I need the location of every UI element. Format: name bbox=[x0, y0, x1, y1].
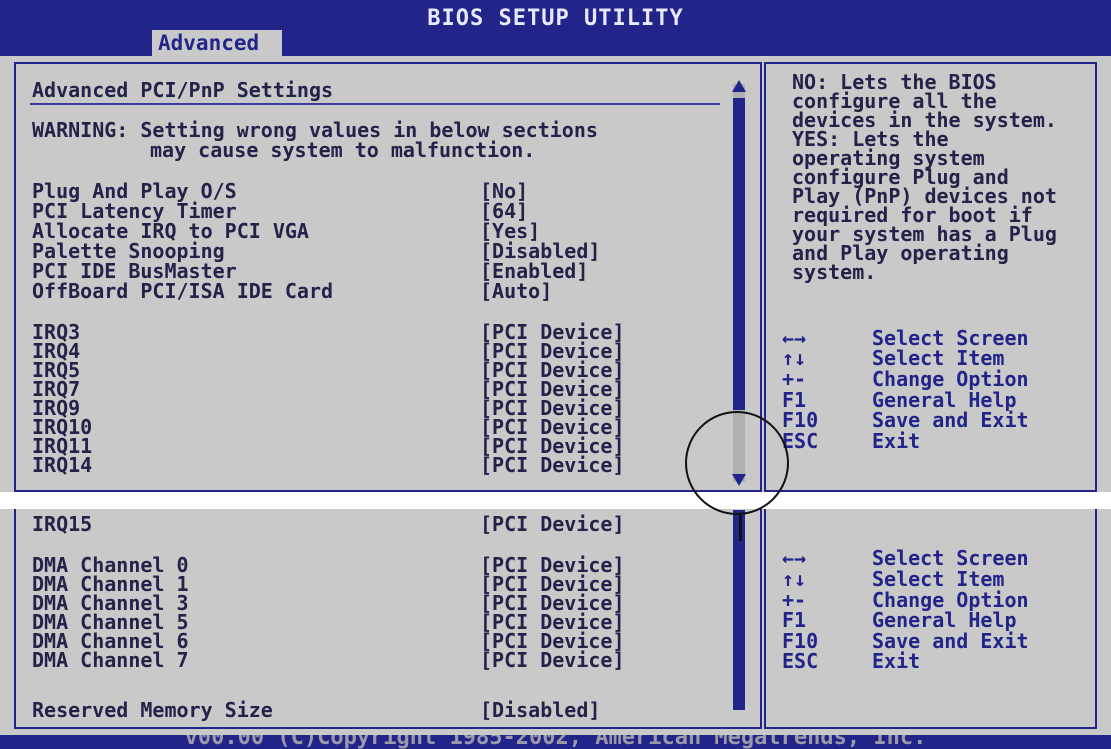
key-action: Save and Exit bbox=[872, 408, 1029, 432]
key-action: Select Item bbox=[872, 346, 1005, 370]
dma-label[interactable]: DMA Channel 7 bbox=[32, 650, 189, 670]
key-plus-minus: +- bbox=[782, 588, 807, 612]
key-arrows-ud-icon: ↑↓ bbox=[782, 346, 807, 370]
setting-label[interactable]: OffBoard PCI/ISA IDE Card bbox=[32, 281, 333, 301]
setting-value[interactable]: [Enabled] bbox=[480, 261, 588, 281]
app-title: BIOS SETUP UTILITY bbox=[427, 6, 684, 31]
key-action: Select Screen bbox=[872, 546, 1029, 570]
reserved-memory-label[interactable]: Reserved Memory Size bbox=[32, 700, 273, 720]
key-action: Change Option bbox=[872, 367, 1029, 391]
key-f10: F10 bbox=[782, 629, 819, 653]
key-arrows-lr-icon: ←→ bbox=[782, 326, 807, 350]
key-action: Select Item bbox=[872, 567, 1005, 591]
scroll-up-arrow-icon[interactable] bbox=[732, 80, 746, 92]
key-action: Change Option bbox=[872, 588, 1029, 612]
key-action: General Help bbox=[872, 388, 1017, 412]
key-plus-minus: +- bbox=[782, 367, 807, 391]
setting-label[interactable]: PCI IDE BusMaster bbox=[32, 261, 237, 281]
warning-line-2: may cause system to malfunction. bbox=[150, 138, 536, 162]
section-divider bbox=[30, 103, 720, 105]
setting-value[interactable]: [64] bbox=[480, 201, 528, 221]
tab-advanced[interactable]: Advanced bbox=[152, 30, 282, 57]
screen-divider bbox=[0, 492, 1111, 509]
key-arrows-ud-icon: ↑↓ bbox=[782, 567, 807, 591]
reserved-memory-value[interactable]: [Disabled] bbox=[480, 700, 600, 720]
warning-line-1: WARNING: Setting wrong values in below s… bbox=[32, 118, 598, 142]
setting-value[interactable]: [Auto] bbox=[480, 281, 552, 301]
irq-label[interactable]: IRQ15 bbox=[32, 514, 92, 534]
key-arrows-lr-icon: ←→ bbox=[782, 546, 807, 570]
setting-label[interactable]: PCI Latency Timer bbox=[32, 201, 237, 221]
key-esc: ESC bbox=[782, 429, 819, 453]
dma-value[interactable]: [PCI Device] bbox=[480, 650, 625, 670]
setting-label[interactable]: Plug And Play O/S bbox=[32, 181, 237, 201]
footer-copyright: v00.00 (C)Copyright 1985-2002, American … bbox=[184, 735, 927, 749]
setting-value[interactable]: [Yes] bbox=[480, 221, 540, 241]
key-action: Exit bbox=[872, 649, 921, 673]
irq-value[interactable]: [PCI Device] bbox=[480, 455, 625, 475]
scrollbar-thumb[interactable] bbox=[733, 98, 745, 410]
key-f1: F1 bbox=[782, 608, 807, 632]
setting-value[interactable]: [Disabled] bbox=[480, 241, 600, 261]
key-f10: F10 bbox=[782, 408, 819, 432]
zoom-callout-circle bbox=[685, 411, 789, 515]
section-title: Advanced PCI/PnP Settings bbox=[32, 78, 334, 102]
setting-value[interactable]: [No] bbox=[480, 181, 528, 201]
irq-label[interactable]: IRQ14 bbox=[32, 455, 92, 475]
key-action: Select Screen bbox=[872, 326, 1029, 350]
zoom-callout-line bbox=[739, 513, 742, 541]
footer-bar: v00.00 (C)Copyright 1985-2002, American … bbox=[0, 735, 1111, 749]
setting-label[interactable]: Allocate IRQ to PCI VGA bbox=[32, 221, 309, 241]
setting-label[interactable]: Palette Snooping bbox=[32, 241, 225, 261]
key-esc: ESC bbox=[782, 649, 819, 673]
key-action: Exit bbox=[872, 429, 921, 453]
help-line: system. bbox=[792, 260, 877, 284]
irq-value[interactable]: [PCI Device] bbox=[480, 514, 625, 534]
key-action: General Help bbox=[872, 608, 1017, 632]
key-action: Save and Exit bbox=[872, 629, 1029, 653]
key-f1: F1 bbox=[782, 388, 807, 412]
